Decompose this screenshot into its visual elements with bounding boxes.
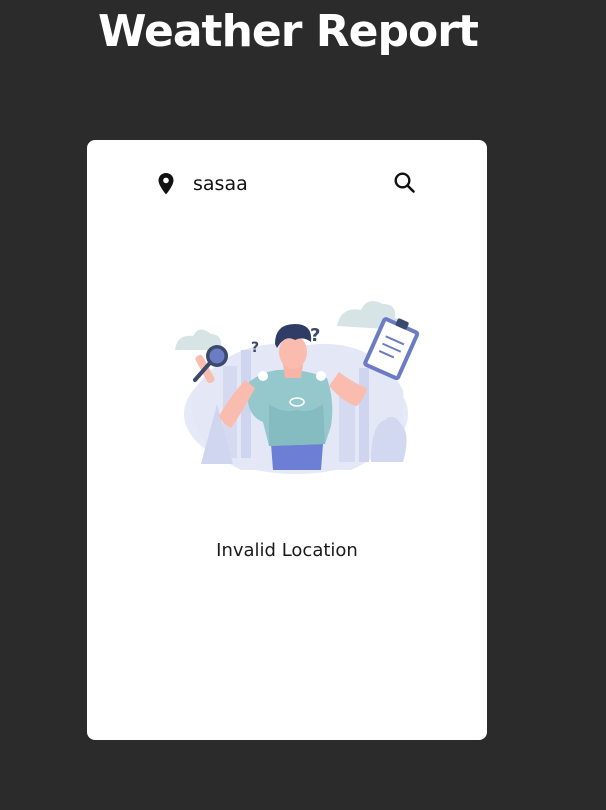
svg-text:?: ? [310,325,320,346]
weather-card: ? ? [87,140,487,740]
search-icon [394,172,415,193]
search-bar [87,168,487,200]
confused-person-illustration: ? ? [175,301,420,474]
weather-app: Weather Report sasaa ? ? Invalid Locatio… [0,0,606,810]
status-message: Invalid Location [216,540,358,561]
map-pin-icon [158,173,174,195]
search-button[interactable] [391,169,419,197]
location-input[interactable] [187,170,383,198]
svg-text:?: ? [251,340,259,356]
page-title: Weather Report [98,6,479,57]
